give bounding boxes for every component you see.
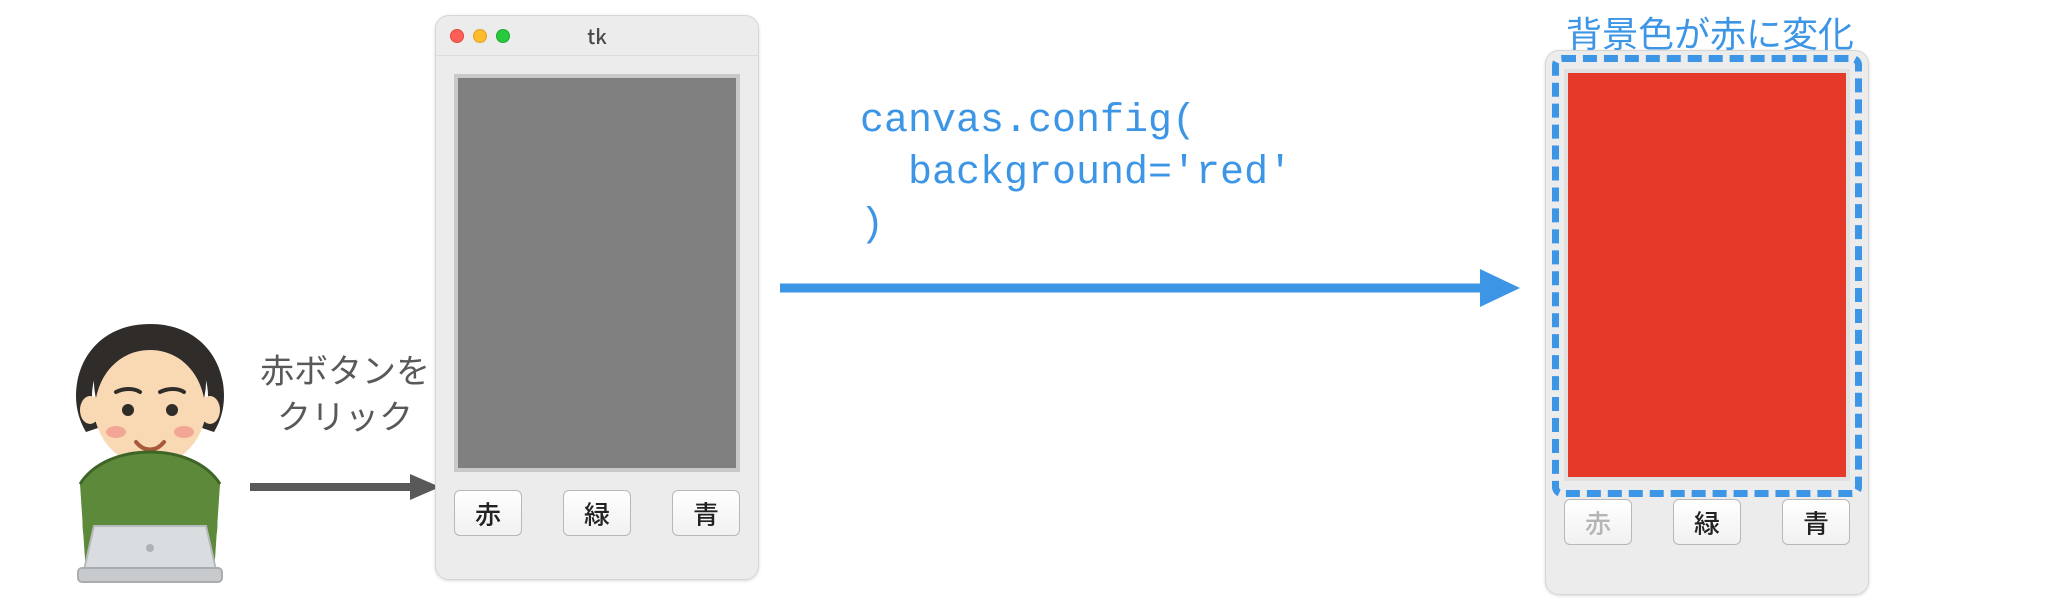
blue-button[interactable]: 青 xyxy=(672,490,740,536)
tk-window-after: 赤 緑 青 xyxy=(1545,50,1869,595)
window-title: tk xyxy=(436,21,758,50)
caption-click-line1: 赤ボタンを xyxy=(260,344,430,393)
canvas-after xyxy=(1564,69,1850,481)
caption-click-red: 赤ボタンを クリック xyxy=(240,346,450,438)
canvas-before xyxy=(454,74,740,472)
code-snippet: canvas.config( background='red' ) xyxy=(860,96,1292,252)
arrow-transition xyxy=(780,265,1520,311)
blue-button[interactable]: 青 xyxy=(1782,499,1850,545)
caption-click-line2: クリック xyxy=(277,390,413,439)
red-button[interactable]: 赤 xyxy=(1564,499,1632,545)
arrow-to-red-button xyxy=(250,472,440,502)
tk-window-before: tk 赤 緑 青 xyxy=(435,15,759,580)
button-row-before: 赤 緑 青 xyxy=(436,490,758,554)
green-button[interactable]: 緑 xyxy=(563,490,631,536)
green-button[interactable]: 緑 xyxy=(1673,499,1741,545)
diagram-stage: 赤ボタンを クリック tk 赤 緑 青 canvas.config( backg… xyxy=(0,0,2068,614)
caption-result: 背景色が赤に変化 xyxy=(1540,6,1880,58)
button-row-after: 赤 緑 青 xyxy=(1546,499,1868,563)
red-button[interactable]: 赤 xyxy=(454,490,522,536)
titlebar: tk xyxy=(436,16,758,56)
